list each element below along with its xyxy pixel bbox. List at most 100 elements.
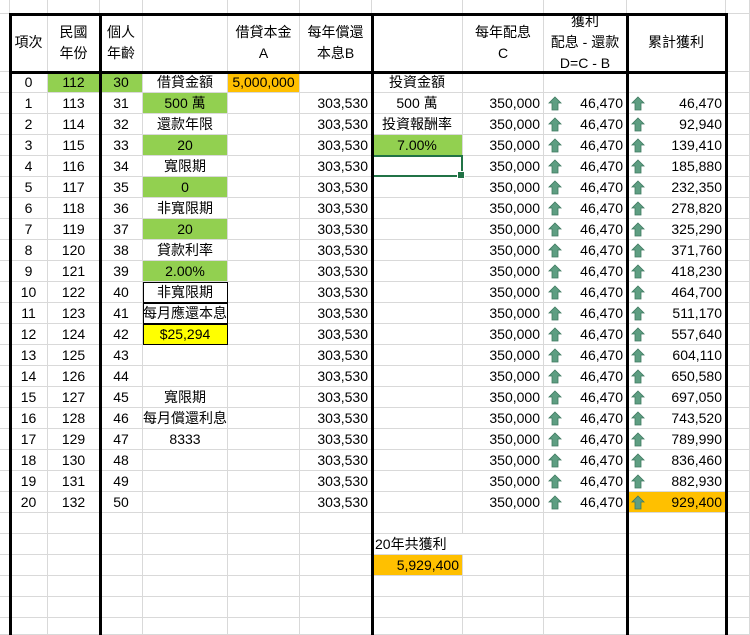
cell-repay[interactable]: 303,530 <box>300 429 372 450</box>
cell-cum[interactable]: 604,110 <box>627 345 726 366</box>
cell-item[interactable]: 10 <box>10 282 48 303</box>
cell-profit[interactable]: 46,470 <box>544 240 627 261</box>
cell-repay[interactable] <box>300 72 372 93</box>
cell-inv[interactable] <box>372 240 463 261</box>
cell-empty[interactable] <box>48 555 100 576</box>
cell-empty[interactable] <box>726 198 750 219</box>
cell-inv[interactable] <box>372 261 463 282</box>
cell-inv[interactable] <box>372 177 463 198</box>
cell-loan[interactable] <box>228 345 300 366</box>
cell-empty[interactable] <box>143 576 228 597</box>
cell-empty[interactable]: 20年共獲利 <box>372 534 463 555</box>
cell-div[interactable]: 350,000 <box>463 177 544 198</box>
cell-profit[interactable]: 46,470 <box>544 408 627 429</box>
cell-empty[interactable] <box>544 618 627 635</box>
cell-div[interactable]: 350,000 <box>463 156 544 177</box>
cell-empty[interactable] <box>228 513 300 534</box>
cell-year[interactable]: 129 <box>48 429 100 450</box>
cell-loan[interactable] <box>228 471 300 492</box>
cell-year[interactable]: 124 <box>48 324 100 345</box>
cell-profit[interactable]: 46,470 <box>544 177 627 198</box>
cell-empty[interactable] <box>228 618 300 635</box>
cell-item[interactable]: 6 <box>10 198 48 219</box>
cell-note[interactable]: 2.00% <box>143 261 228 282</box>
cell-empty[interactable] <box>726 576 750 597</box>
cell-empty[interactable] <box>10 618 48 635</box>
cell-div[interactable] <box>463 72 544 93</box>
cell-cum[interactable]: 464,700 <box>627 282 726 303</box>
cell-empty[interactable] <box>463 555 544 576</box>
cell-repay[interactable]: 303,530 <box>300 240 372 261</box>
cell-cum[interactable]: 325,290 <box>627 219 726 240</box>
cell-empty[interactable] <box>726 114 750 135</box>
cell-age[interactable]: 37 <box>100 219 143 240</box>
header-year[interactable]: 民國 年份 <box>48 14 100 72</box>
cell-empty[interactable] <box>300 0 372 14</box>
cell-cum[interactable] <box>627 72 726 93</box>
cell-inv[interactable] <box>372 492 463 513</box>
cell-cum[interactable]: 929,400 <box>627 492 726 513</box>
cell-inv[interactable] <box>372 345 463 366</box>
cell-age[interactable]: 34 <box>100 156 143 177</box>
cell-note[interactable]: 500 萬 <box>143 93 228 114</box>
cell-year[interactable]: 122 <box>48 282 100 303</box>
cell-empty[interactable] <box>10 513 48 534</box>
cell-empty[interactable] <box>100 555 143 576</box>
cell-cum[interactable]: 185,880 <box>627 156 726 177</box>
cell-empty[interactable] <box>463 618 544 635</box>
header-repay[interactable]: 每年償還 本息B <box>300 14 372 72</box>
cell-profit[interactable]: 46,470 <box>544 450 627 471</box>
cell-year[interactable]: 118 <box>48 198 100 219</box>
cell-repay[interactable]: 303,530 <box>300 471 372 492</box>
cell-repay[interactable]: 303,530 <box>300 261 372 282</box>
fill-handle[interactable] <box>457 171 465 179</box>
header-item[interactable]: 項次 <box>10 14 48 72</box>
cell-empty[interactable] <box>726 597 750 618</box>
cell-item[interactable]: 16 <box>10 408 48 429</box>
cell-age[interactable]: 43 <box>100 345 143 366</box>
cell-profit[interactable]: 46,470 <box>544 135 627 156</box>
cell-loan[interactable]: 5,000,000 <box>228 72 300 93</box>
cell-age[interactable]: 39 <box>100 261 143 282</box>
cell-repay[interactable]: 303,530 <box>300 198 372 219</box>
cell-empty[interactable] <box>726 135 750 156</box>
cell-age[interactable]: 45 <box>100 387 143 408</box>
cell-age[interactable]: 41 <box>100 303 143 324</box>
cell-empty[interactable] <box>627 0 726 14</box>
cell-item[interactable]: 7 <box>10 219 48 240</box>
cell-loan[interactable] <box>228 408 300 429</box>
cell-empty[interactable] <box>372 618 463 635</box>
cell-cum[interactable]: 557,640 <box>627 324 726 345</box>
cell-empty[interactable] <box>143 534 228 555</box>
cell-item[interactable]: 2 <box>10 114 48 135</box>
cell-note[interactable]: 貸款利率 <box>143 240 228 261</box>
cell-year[interactable]: 123 <box>48 303 100 324</box>
cell-item[interactable]: 4 <box>10 156 48 177</box>
cell-cum[interactable]: 697,050 <box>627 387 726 408</box>
cell-empty[interactable] <box>300 618 372 635</box>
cell-age[interactable]: 36 <box>100 198 143 219</box>
cell-year[interactable]: 114 <box>48 114 100 135</box>
cell-inv[interactable] <box>372 198 463 219</box>
cell-div[interactable]: 350,000 <box>463 114 544 135</box>
cell-empty[interactable] <box>726 345 750 366</box>
cell-empty[interactable] <box>544 576 627 597</box>
cell-note[interactable]: 20 <box>143 219 228 240</box>
cell-cum[interactable]: 511,170 <box>627 303 726 324</box>
cell-empty[interactable] <box>372 576 463 597</box>
cell-empty[interactable] <box>726 471 750 492</box>
cell-repay[interactable]: 303,530 <box>300 408 372 429</box>
cell-inv[interactable] <box>372 387 463 408</box>
cell-div[interactable]: 350,000 <box>463 240 544 261</box>
cell-year[interactable]: 132 <box>48 492 100 513</box>
cell-item[interactable]: 11 <box>10 303 48 324</box>
cell-note[interactable]: 寬限期 <box>143 156 228 177</box>
cell-empty[interactable] <box>726 93 750 114</box>
cell-item[interactable]: 3 <box>10 135 48 156</box>
cell-repay[interactable]: 303,530 <box>300 156 372 177</box>
cell-empty[interactable] <box>100 576 143 597</box>
cell-empty[interactable] <box>726 492 750 513</box>
cell-loan[interactable] <box>228 114 300 135</box>
cell-age[interactable]: 46 <box>100 408 143 429</box>
cell-age[interactable]: 50 <box>100 492 143 513</box>
